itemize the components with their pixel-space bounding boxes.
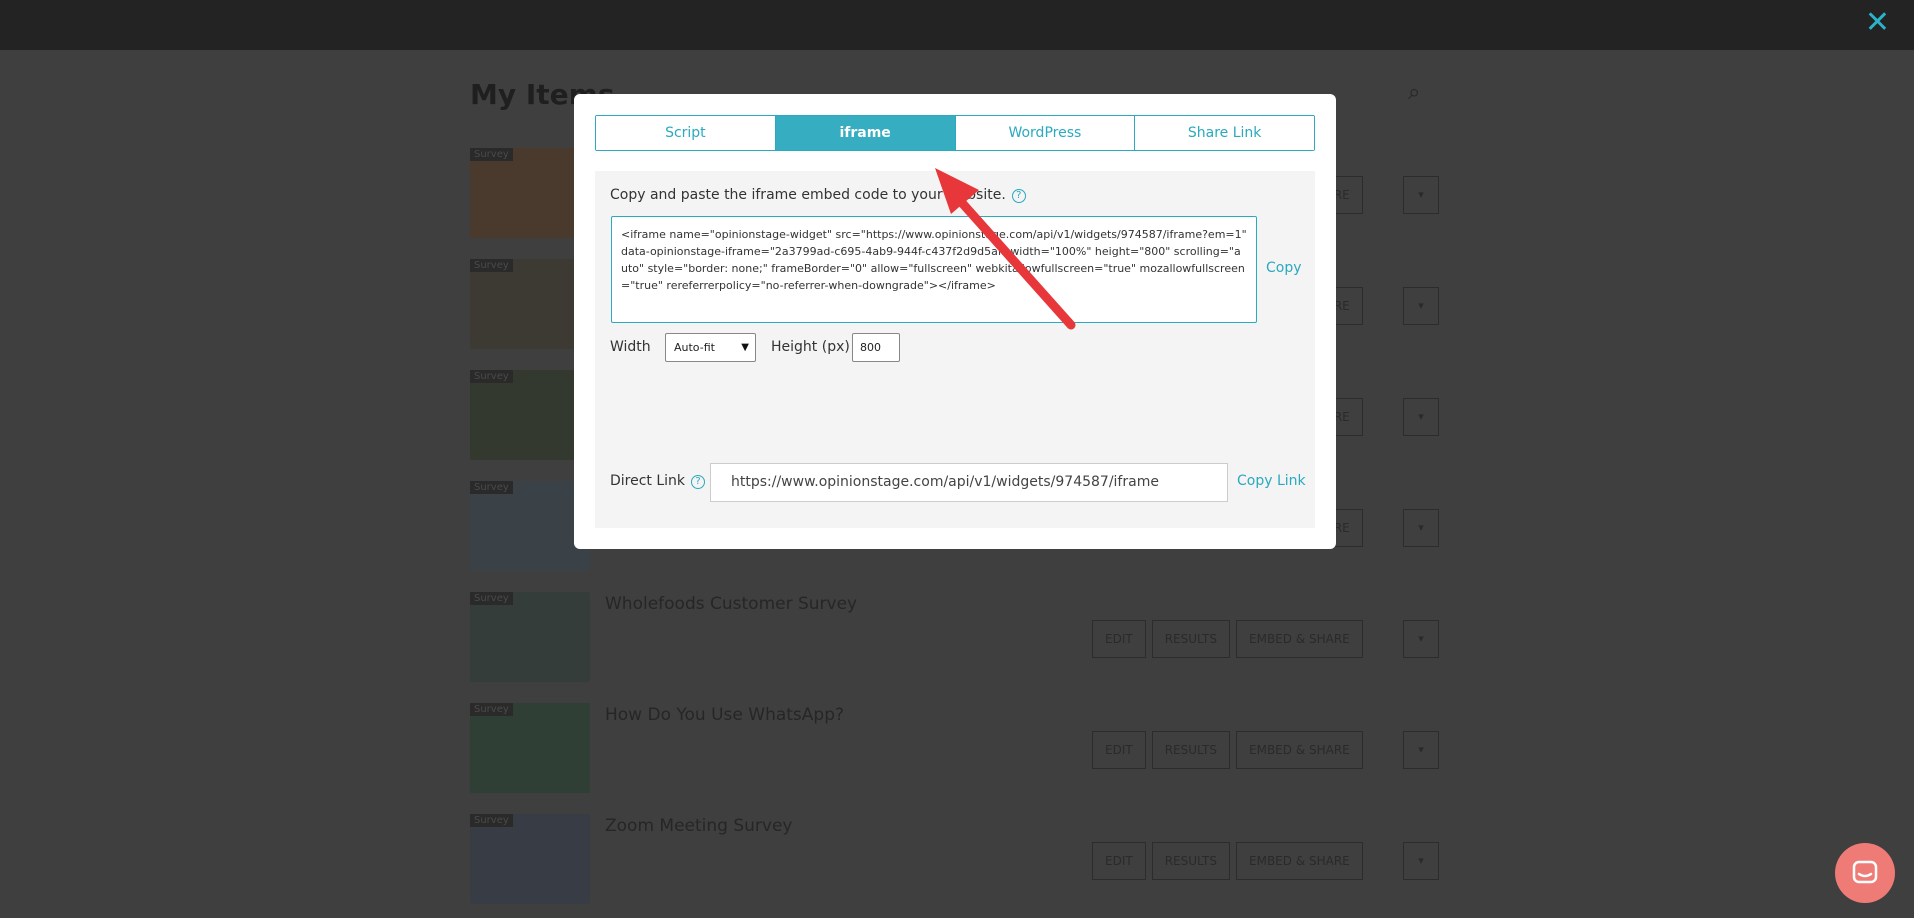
item-thumbnail[interactable]: Survey	[470, 703, 590, 793]
instructions-text: Copy and paste the iframe embed code to …	[610, 187, 1006, 203]
top-bar	[0, 0, 1914, 50]
help-icon[interactable]: ?	[1011, 189, 1026, 203]
tab-script[interactable]: Script	[596, 116, 776, 150]
direct-link-label: Direct Link?	[610, 473, 706, 489]
more-options-button[interactable]: ▾	[1403, 731, 1439, 769]
iframe-panel: Copy and paste the iframe embed code to …	[595, 171, 1315, 528]
item-type-badge: Survey	[470, 259, 513, 272]
close-icon[interactable]: ✕	[1865, 8, 1890, 38]
search-icon[interactable]: ⌕	[1408, 80, 1420, 105]
item-thumbnail[interactable]: Survey	[470, 370, 590, 460]
item-actions: EDITRESULTSEMBED & SHARE	[1092, 731, 1363, 769]
more-options-button[interactable]: ▾	[1403, 176, 1439, 214]
width-select[interactable]: Auto-fit ▼	[665, 333, 756, 362]
tab-share-link[interactable]: Share Link	[1135, 116, 1314, 150]
item-title[interactable]: How Do You Use WhatsApp?	[605, 705, 844, 725]
edit-button[interactable]: EDIT	[1092, 620, 1146, 658]
list-item: Survey Wholefoods Customer Survey EDIT RESU…	[470, 592, 1440, 703]
item-type-badge: Survey	[470, 370, 513, 383]
width-select-value: Auto-fit	[674, 341, 715, 354]
embed-share-button[interactable]: EMBED & SHARE	[1236, 620, 1363, 658]
list-item: Survey Zoom Meeting Survey EDIT RESULTS EMBE…	[470, 814, 1440, 918]
instructions: Copy and paste the iframe embed code to …	[610, 187, 1026, 203]
item-thumbnail[interactable]: Survey	[470, 481, 590, 571]
more-options-button[interactable]: ▾	[1403, 398, 1439, 436]
more-options-button[interactable]: ▾	[1403, 842, 1439, 880]
item-type-badge: Survey	[470, 481, 513, 494]
more-options-button[interactable]: ▾	[1403, 620, 1439, 658]
embed-code-box[interactable]: <iframe name="opinionstage-widget" src="…	[611, 216, 1257, 323]
item-thumbnail[interactable]: Survey	[470, 148, 590, 238]
results-button[interactable]: RESULTS	[1151, 842, 1231, 880]
item-title[interactable]: Wholefoods Customer Survey	[605, 594, 857, 614]
item-type-badge: Survey	[470, 814, 513, 827]
list-item: Survey How Do You Use WhatsApp? EDIT RESULT…	[470, 703, 1440, 814]
item-thumbnail[interactable]: Survey	[470, 814, 590, 904]
item-type-badge: Survey	[470, 592, 513, 605]
height-label: Height (px)	[771, 339, 850, 355]
direct-link-field[interactable]: https://www.opinionstage.com/api/v1/widg…	[710, 463, 1228, 502]
more-options-button[interactable]: ▾	[1403, 287, 1439, 325]
chat-icon	[1852, 860, 1878, 884]
width-label: Width	[610, 339, 651, 355]
more-options-button[interactable]: ▾	[1403, 509, 1439, 547]
item-thumbnail[interactable]: Survey	[470, 592, 590, 682]
tab-wordpress[interactable]: WordPress	[955, 116, 1136, 150]
item-type-badge: Survey	[470, 703, 513, 716]
item-actions: EDITRESULTSEMBED & SHARE	[1092, 842, 1363, 880]
edit-button[interactable]: EDIT	[1092, 731, 1146, 769]
embed-share-modal: Script iframe WordPress Share Link Copy …	[574, 94, 1336, 549]
embed-share-button[interactable]: EMBED & SHARE	[1236, 842, 1363, 880]
help-icon[interactable]: ?	[691, 475, 706, 489]
chevron-down-icon: ▼	[741, 342, 749, 353]
item-actions: EDITRESULTSEMBED & SHARE	[1092, 620, 1363, 658]
embed-share-button[interactable]: EMBED & SHARE	[1236, 731, 1363, 769]
embed-tabs: Script iframe WordPress Share Link	[595, 115, 1315, 151]
tab-iframe[interactable]: iframe	[775, 116, 956, 150]
edit-button[interactable]: EDIT	[1092, 842, 1146, 880]
item-title[interactable]: Zoom Meeting Survey	[605, 816, 793, 836]
item-thumbnail[interactable]: Survey	[470, 259, 590, 349]
chat-launcher[interactable]	[1835, 843, 1895, 903]
results-button[interactable]: RESULTS	[1151, 731, 1231, 769]
results-button[interactable]: RESULTS	[1151, 620, 1231, 658]
copy-code-button[interactable]: Copy	[1266, 260, 1302, 276]
item-type-badge: Survey	[470, 148, 513, 161]
direct-link-text: Direct Link	[610, 473, 686, 489]
copy-link-button[interactable]: Copy Link	[1237, 473, 1306, 489]
height-input[interactable]: 800	[852, 333, 900, 362]
